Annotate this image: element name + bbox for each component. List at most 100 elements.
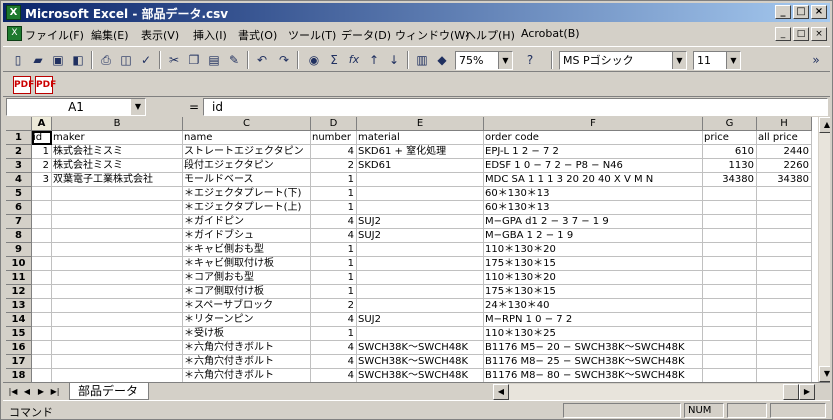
save-icon[interactable]: ▣ — [49, 51, 67, 69]
table-cell[interactable]: ＊リターンピン — [183, 313, 311, 327]
table-cell[interactable]: モールドベース — [183, 173, 311, 187]
row-header[interactable]: 14 — [6, 313, 32, 327]
column-header-e[interactable]: E — [357, 117, 484, 131]
table-cell[interactable] — [52, 271, 183, 285]
scroll-left-button[interactable]: ◀ — [493, 384, 509, 400]
column-header-g[interactable]: G — [703, 117, 757, 131]
table-cell[interactable]: 4 — [311, 145, 357, 159]
table-cell[interactable]: M−GPA d1 2 − 3 7 − 1 9 — [484, 215, 703, 229]
column-header-h[interactable]: H — [757, 117, 812, 131]
table-cell[interactable] — [32, 355, 52, 369]
menu-edit[interactable]: 編集(E) — [91, 27, 129, 43]
table-cell[interactable]: 60＊130＊13 — [484, 187, 703, 201]
row-header[interactable]: 17 — [6, 355, 32, 369]
table-cell[interactable] — [52, 369, 183, 382]
table-cell[interactable]: 34380 — [703, 173, 757, 187]
table-cell[interactable]: B1176 M8− 25 − SWCH38K〜SWCH48K — [484, 355, 703, 369]
header-cell[interactable]: order code — [484, 131, 703, 145]
table-cell[interactable]: SUJ2 — [357, 313, 484, 327]
next-sheet-icon[interactable]: ▶ — [35, 385, 47, 399]
scroll-down-button[interactable]: ▼ — [819, 366, 830, 382]
table-cell[interactable]: 1 — [311, 257, 357, 271]
maximize-button[interactable]: □ — [793, 5, 809, 19]
table-cell[interactable] — [52, 327, 183, 341]
row-header[interactable]: 6 — [6, 201, 32, 215]
table-cell[interactable]: 610 — [703, 145, 757, 159]
scroll-thumb[interactable] — [783, 384, 799, 400]
menu-view[interactable]: 表示(V) — [141, 27, 179, 43]
table-cell[interactable]: EDSF 1 0 − 7 2 − P8 − N46 — [484, 159, 703, 173]
table-cell[interactable] — [32, 187, 52, 201]
table-cell[interactable]: 4 — [311, 341, 357, 355]
table-cell[interactable] — [357, 201, 484, 215]
table-cell[interactable] — [32, 327, 52, 341]
spreadsheet-grid[interactable]: A B C D E F G H 1 id maker name number material order … — [6, 117, 830, 382]
autosum-icon[interactable]: Σ — [325, 51, 343, 69]
table-cell[interactable] — [52, 341, 183, 355]
table-cell[interactable] — [757, 355, 812, 369]
table-cell[interactable] — [357, 243, 484, 257]
table-cell[interactable]: B1176 M8− 80 − SWCH38K〜SWCH48K — [484, 369, 703, 382]
help-icon[interactable]: ? — [521, 51, 539, 69]
table-cell[interactable]: 3 — [32, 173, 52, 187]
table-cell[interactable]: 2440 — [757, 145, 812, 159]
table-cell[interactable]: 双葉電子工業株式会社 — [52, 173, 183, 187]
prev-sheet-icon[interactable]: ◀ — [21, 385, 33, 399]
function-icon[interactable]: fx — [345, 51, 363, 69]
permission-icon[interactable]: ◧ — [69, 51, 87, 69]
table-cell[interactable]: SUJ2 — [357, 215, 484, 229]
print-preview-icon[interactable]: ◫ — [117, 51, 135, 69]
table-cell[interactable]: ストレートエジェクタピン — [183, 145, 311, 159]
table-cell[interactable] — [703, 243, 757, 257]
workbook-restore-button[interactable]: □ — [793, 27, 809, 41]
table-cell[interactable]: 110＊130＊20 — [484, 243, 703, 257]
sheet-tab[interactable]: 部品データ — [69, 383, 150, 400]
close-button[interactable]: × — [811, 5, 827, 19]
chevron-down-icon[interactable]: ▼ — [672, 52, 686, 69]
table-cell[interactable] — [703, 369, 757, 382]
table-cell[interactable] — [703, 313, 757, 327]
table-cell[interactable] — [757, 187, 812, 201]
header-cell[interactable]: all price — [757, 131, 812, 145]
sort-descending-icon[interactable]: ↓ — [385, 51, 403, 69]
table-cell[interactable] — [32, 341, 52, 355]
table-cell[interactable]: ＊キャビ側おも型 — [183, 243, 311, 257]
table-cell[interactable]: EPJ-L 1 2 − 7 2 — [484, 145, 703, 159]
redo-icon[interactable]: ↷ — [275, 51, 293, 69]
row-header[interactable]: 12 — [6, 285, 32, 299]
table-cell[interactable] — [32, 271, 52, 285]
font-size-select[interactable]: 11 ▼ — [693, 51, 741, 70]
table-cell[interactable]: 1 — [311, 187, 357, 201]
table-cell[interactable] — [52, 299, 183, 313]
table-cell[interactable] — [703, 271, 757, 285]
table-cell[interactable] — [32, 299, 52, 313]
table-cell[interactable] — [52, 229, 183, 243]
column-header-c[interactable]: C — [183, 117, 311, 131]
cut-icon[interactable]: ✂ — [165, 51, 183, 69]
convert-and-email-pdf-icon[interactable]: PDF — [35, 76, 56, 94]
table-cell[interactable]: SWCH38K〜SWCH48K — [357, 355, 484, 369]
paste-icon[interactable]: ▤ — [205, 51, 223, 69]
table-cell[interactable]: 2 — [311, 299, 357, 313]
row-header[interactable]: 7 — [6, 215, 32, 229]
row-header[interactable]: 13 — [6, 299, 32, 313]
table-cell[interactable]: 110＊130＊20 — [484, 271, 703, 285]
last-sheet-icon[interactable]: ▶| — [49, 385, 61, 399]
table-cell[interactable] — [757, 229, 812, 243]
table-cell[interactable]: ＊キャビ側取付け板 — [183, 257, 311, 271]
sort-ascending-icon[interactable]: ↑ — [365, 51, 383, 69]
table-cell[interactable]: 175＊130＊15 — [484, 285, 703, 299]
table-cell[interactable]: 34380 — [757, 173, 812, 187]
drawing-icon[interactable]: ◆ — [433, 51, 451, 69]
table-cell[interactable]: ＊スペーサブロック — [183, 299, 311, 313]
workbook-minimize-button[interactable]: _ — [775, 27, 791, 41]
table-cell[interactable] — [757, 327, 812, 341]
copy-icon[interactable]: ❐ — [185, 51, 203, 69]
row-header[interactable]: 15 — [6, 327, 32, 341]
table-cell[interactable]: SWCH38K〜SWCH48K — [357, 369, 484, 382]
table-cell[interactable]: 4 — [311, 215, 357, 229]
table-cell[interactable]: ＊コア側取付け板 — [183, 285, 311, 299]
menu-window[interactable]: ウィンドウ(W) — [395, 27, 469, 43]
table-cell[interactable]: 4 — [311, 369, 357, 382]
table-cell[interactable]: 1 — [311, 243, 357, 257]
